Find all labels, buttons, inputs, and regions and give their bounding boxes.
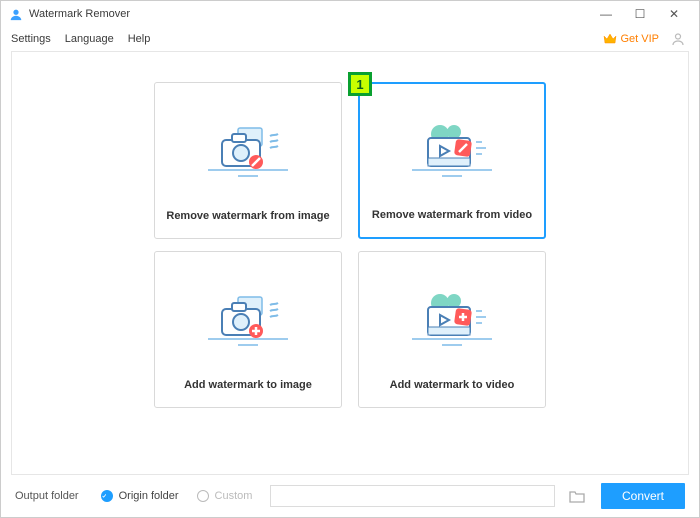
card-label: Add watermark to image	[184, 379, 312, 391]
crown-icon	[603, 33, 617, 45]
output-path-input[interactable]	[270, 485, 555, 507]
illustration-camera-remove	[155, 83, 341, 210]
illustration-camera-add	[155, 252, 341, 379]
get-vip-button[interactable]: Get VIP	[603, 33, 659, 45]
illustration-video-add	[359, 252, 545, 379]
menubar: Settings Language Help Get VIP	[1, 27, 699, 51]
menu-help[interactable]: Help	[128, 33, 151, 45]
content-area: Remove watermark from image 1 Remove wat…	[11, 51, 689, 475]
minimize-button[interactable]: ―	[589, 3, 623, 25]
footer: Output folder Origin folder Custom Conve…	[1, 475, 699, 517]
card-label: Remove watermark from image	[166, 210, 329, 222]
card-grid: Remove watermark from image 1 Remove wat…	[12, 82, 688, 408]
browse-folder-button[interactable]	[565, 485, 589, 507]
close-button[interactable]: ✕	[657, 3, 691, 25]
illustration-video-remove	[360, 84, 544, 209]
menu-settings[interactable]: Settings	[11, 33, 51, 45]
radio-custom-label: Custom	[215, 490, 253, 502]
radio-custom-folder[interactable]: Custom	[197, 490, 253, 502]
card-remove-watermark-video[interactable]: 1 Remove watermark from video	[358, 82, 546, 239]
radio-origin-folder[interactable]: Origin folder	[101, 490, 179, 502]
output-folder-label: Output folder	[15, 490, 79, 502]
maximize-button[interactable]: ☐	[623, 3, 657, 25]
window-title: Watermark Remover	[29, 8, 130, 20]
convert-button[interactable]: Convert	[601, 483, 685, 509]
card-add-watermark-image[interactable]: Add watermark to image	[154, 251, 342, 408]
step-marker: 1	[348, 72, 372, 96]
menu-language[interactable]: Language	[65, 33, 114, 45]
user-icon[interactable]	[667, 28, 689, 50]
card-label: Add watermark to video	[390, 379, 515, 391]
get-vip-label: Get VIP	[620, 33, 659, 45]
folder-icon	[569, 489, 585, 503]
card-add-watermark-video[interactable]: Add watermark to video	[358, 251, 546, 408]
card-label: Remove watermark from video	[372, 209, 532, 221]
titlebar: Watermark Remover ― ☐ ✕	[1, 1, 699, 27]
radio-origin-label: Origin folder	[119, 490, 179, 502]
card-remove-watermark-image[interactable]: Remove watermark from image	[154, 82, 342, 239]
app-icon	[9, 7, 23, 21]
